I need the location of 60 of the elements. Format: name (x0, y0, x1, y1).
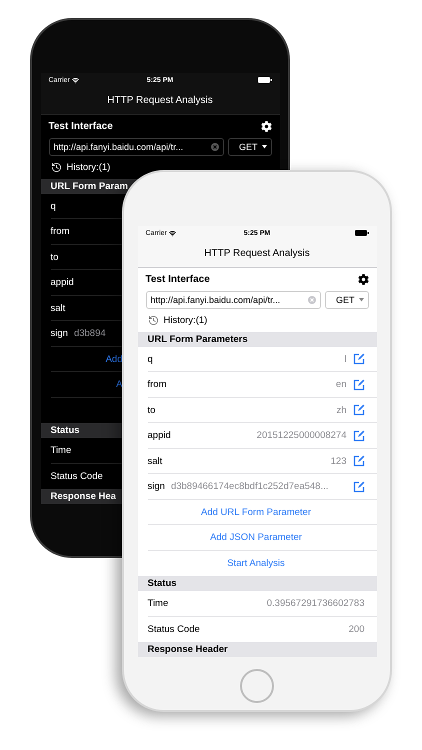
history-link[interactable]: History:(1) (164, 315, 208, 326)
parameter-value: zh (335, 404, 346, 416)
parameter-value: 123 (330, 456, 346, 467)
parameter-name: sign (50, 328, 68, 340)
history-link[interactable]: History:(1) (66, 162, 110, 174)
edit-icon[interactable] (352, 480, 364, 493)
settings-icon[interactable] (260, 121, 272, 132)
caret-icon (262, 144, 266, 149)
parameter-name: sign (148, 481, 165, 492)
url-field[interactable]: http://api.fanyi.baidu.com/api/tr... (48, 138, 224, 156)
screen-title: HTTP Request Analysis (107, 95, 213, 106)
action-link[interactable]: Add URL Form Parameter (148, 506, 364, 518)
section-header-text: Response Header (148, 644, 228, 656)
edit-icon[interactable] (352, 404, 364, 416)
parameter-value: 200 (348, 624, 364, 635)
section-header-text: Response Hea (50, 491, 116, 502)
section-header-text: URL Form Parameters (148, 334, 248, 345)
parameter-name: to (50, 252, 58, 263)
battery-icon (258, 77, 272, 84)
parameter-name: to (148, 404, 156, 416)
settings-icon[interactable] (358, 274, 368, 286)
method-dropdown[interactable]: GET (228, 138, 272, 156)
parameter-name: Status Code (148, 624, 200, 635)
parameter-value: d3b89466174ec8bdf1c252d7ea548... (170, 481, 330, 492)
wifi-icon (168, 230, 176, 237)
parameter-value: d3b894 (74, 328, 107, 340)
edit-icon[interactable] (352, 353, 364, 366)
parameter-name: salt (50, 302, 66, 314)
section-header-text: Status (148, 578, 177, 590)
url-field[interactable]: http://api.fanyi.baidu.com/api/tr... (146, 290, 320, 309)
method-dropdown[interactable]: GET (324, 290, 368, 309)
parameter-value: 0.39567291736602783 (266, 598, 364, 609)
edit-icon[interactable] (352, 378, 364, 391)
section-header-text: URL Form Param (50, 180, 128, 192)
action-link[interactable]: Add JSON Parameter (148, 532, 364, 544)
parameter-name: q (148, 354, 153, 365)
action-link[interactable]: Add (50, 354, 122, 365)
parameter-name: salt (148, 456, 162, 467)
parameter-name: Status Code (50, 470, 103, 482)
section-header-text: Status (50, 425, 80, 436)
section-title: Test Interface (146, 274, 210, 286)
action-link[interactable]: Start Analysis (148, 558, 364, 570)
parameter-name: from (50, 226, 70, 238)
parameter-value: l (343, 354, 346, 365)
parameter-name: appid (148, 430, 171, 442)
parameter-name: q (50, 200, 56, 212)
parameter-name: from (148, 379, 166, 390)
clear-icon[interactable] (210, 142, 218, 151)
edit-icon[interactable] (352, 430, 364, 442)
screen-title: HTTP Request Analysis (204, 248, 310, 260)
parameter-name: Time (148, 598, 168, 609)
parameter-name: Time (50, 444, 72, 456)
parameter-value: en (334, 379, 346, 390)
battery-icon (354, 230, 368, 236)
edit-icon[interactable] (352, 455, 364, 468)
parameter-value: 20151225000008274 (256, 430, 346, 442)
wifi-icon (72, 76, 79, 84)
caret-icon (358, 298, 364, 302)
section-title: Test Interface (48, 121, 113, 132)
parameter-name: appid (50, 277, 74, 288)
